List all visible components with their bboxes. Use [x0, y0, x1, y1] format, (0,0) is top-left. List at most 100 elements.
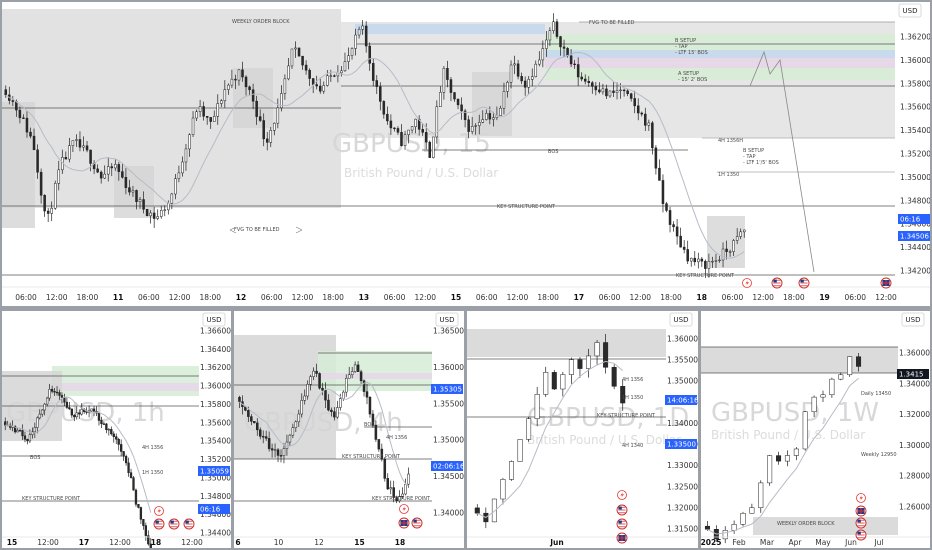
candle-main — [693, 257, 697, 263]
level-label: 1H 1350 — [622, 395, 643, 401]
chart-panel-1w[interactable]: GBPUSD, 1W British Pound / U.S. Dollar WEE… — [701, 311, 930, 548]
candle — [261, 436, 265, 438]
key-structure-label: KEY STRUCTURE POINT — [497, 204, 556, 210]
chart-panel-1h[interactable]: GBPUSD, 1h BOS KEY STRUCTURE POINT 4H 1356 1… — [2, 311, 231, 548]
candle — [324, 390, 327, 401]
x-tick-label: 15 — [354, 538, 364, 547]
candle-main — [4, 89, 8, 96]
candle-main — [594, 86, 598, 91]
candle — [820, 394, 826, 398]
candle — [811, 396, 817, 413]
candle-main — [591, 82, 594, 87]
candle-main — [661, 180, 665, 204]
candle-main — [640, 112, 644, 115]
countdown-tag: 06:16 — [200, 506, 221, 514]
candle-main — [432, 136, 435, 158]
candle — [802, 411, 808, 450]
candle-main — [580, 76, 583, 80]
fvg-label-top: FVG TO BE FILLED — [589, 20, 635, 26]
candle-main — [318, 85, 322, 92]
candle-main — [573, 63, 576, 66]
candle-main — [636, 105, 640, 114]
x-tick-label: Feb — [732, 538, 746, 547]
candle — [16, 430, 19, 433]
candle — [294, 421, 298, 428]
candle — [43, 403, 46, 411]
y-tick-label: 1.26000 — [899, 503, 930, 512]
candle-main — [499, 107, 502, 116]
candle-main — [569, 55, 573, 65]
x-tick-label: 12:00 — [507, 293, 529, 302]
candle-main — [711, 260, 714, 263]
y-tick-label: 1.32000 — [667, 503, 698, 512]
candle-main — [460, 104, 463, 112]
chart-1w-svg[interactable]: GBPUSD, 1WBritish Pound / U.S. Dollar WEE… — [701, 311, 930, 548]
chart-1d-svg[interactable]: GBPUSD, 1DBritish Pound / U.S. DollarKEY… — [467, 311, 698, 548]
bos-label: BOS — [364, 422, 374, 428]
candle — [500, 479, 506, 500]
candle — [48, 388, 51, 399]
x-tick-label: 12:00 — [875, 293, 897, 302]
candle-main — [686, 249, 689, 262]
x-tick-label: 12:00 — [181, 538, 203, 547]
candle — [365, 391, 369, 398]
candle — [776, 455, 782, 462]
candle — [258, 429, 262, 437]
candle-main — [530, 76, 534, 80]
us-flag-icon — [413, 519, 417, 523]
chart-4h-svg[interactable]: GBPUSD, 4hBOSKEY STRUCTURE POINTKEY STRU… — [234, 311, 464, 548]
countdown-tag: 06:16 — [900, 216, 921, 224]
candle — [70, 408, 73, 416]
candle — [120, 444, 123, 452]
candle-main — [202, 106, 205, 117]
chart-panel-1d[interactable]: GBPUSD, 1D British Pound / U.S. Dollar KEY… — [467, 311, 698, 548]
main-chart-svg[interactable]: GBPUSD, 15British Pound / U.S. DollarWEE… — [2, 2, 930, 306]
candle — [100, 420, 103, 425]
order-block-zone — [2, 102, 35, 228]
candle-main — [605, 88, 608, 97]
candle — [543, 372, 549, 395]
candle-main — [424, 132, 428, 143]
setup-zone-green — [52, 366, 199, 396]
candle — [315, 370, 318, 374]
price-tag: 1.35305 — [433, 386, 462, 394]
candle-main — [382, 101, 386, 115]
candle-main — [513, 63, 516, 66]
level-label: 4H 1356 — [142, 445, 163, 451]
candle-main — [368, 45, 371, 64]
b-setup-label-mid: - LTF 1'/5' BOS — [743, 160, 779, 166]
candle-main — [156, 216, 159, 219]
candle — [142, 519, 145, 526]
candle — [551, 372, 557, 390]
chart-1h-svg[interactable]: GBPUSD, 1hBOSKEY STRUCTURE POINT4H 13561… — [2, 311, 231, 548]
x-tick-label: 12:00 — [169, 293, 191, 302]
candle-main — [135, 190, 138, 203]
candle-main — [138, 199, 142, 203]
y-tick-label: 1.35600 — [200, 418, 231, 427]
candle — [112, 433, 115, 437]
weekly-ob-label: WEEKLY ORDER BLOCK — [232, 19, 290, 25]
currency-label: USD — [674, 316, 689, 324]
candle-main — [668, 210, 672, 225]
candle-main — [29, 131, 32, 137]
main-chart-panel[interactable]: GBPUSD, 15 British Pound / U.S. Dollar WEE… — [2, 2, 930, 306]
x-tick-label: Jun — [549, 538, 563, 547]
candle — [134, 489, 138, 505]
candle — [105, 423, 108, 430]
candle-main — [181, 161, 184, 174]
candle-main — [396, 128, 400, 133]
candle-main — [672, 224, 675, 228]
us-flag-icon — [155, 520, 159, 524]
candle-main — [209, 117, 212, 122]
candle — [767, 455, 773, 484]
chart-panel-4h[interactable]: GBPUSD, 4hBOSKEY STRUCTURE POINTKEY STRU… — [234, 311, 464, 548]
candle-main — [237, 69, 241, 81]
x-tick-label: 18:00 — [199, 293, 221, 302]
candle — [560, 374, 566, 390]
candle-main — [131, 190, 135, 193]
candle — [53, 391, 56, 393]
candle — [312, 370, 315, 377]
us-flag-icon — [773, 279, 777, 283]
candle-main — [322, 85, 326, 92]
candle-main — [340, 70, 343, 74]
